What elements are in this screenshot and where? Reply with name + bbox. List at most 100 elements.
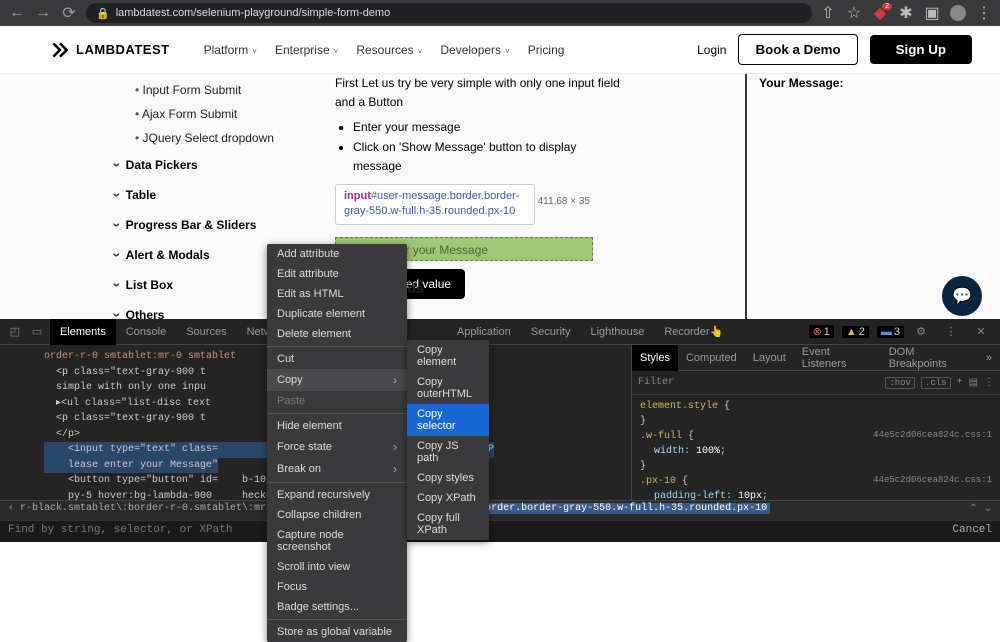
ctx-store-global[interactable]: Store as global variable xyxy=(267,622,407,642)
sidebar-item-ajax-form[interactable]: Ajax Form Submit xyxy=(135,102,290,126)
logo-icon xyxy=(50,40,70,60)
asterisk-icon[interactable]: ✱ xyxy=(898,5,914,21)
sidebar-heading-progress[interactable]: Progress Bar & Sliders xyxy=(115,210,290,240)
styles-tabs: Styles Computed Layout Event Listeners D… xyxy=(632,345,1000,371)
step-2: Click on 'Show Message' button to displa… xyxy=(353,138,620,176)
nav-developers[interactable]: Developers xyxy=(440,43,509,57)
hov-toggle[interactable]: :hov xyxy=(885,377,915,389)
ctx-duplicate[interactable]: Duplicate element xyxy=(267,304,407,324)
ctx-delete[interactable]: Delete element xyxy=(267,324,407,344)
share-icon[interactable]: ⇧ xyxy=(820,5,836,21)
breadcrumb-bar[interactable]: ‹ r-black.smtablet\:border-r-0.smtablet\… xyxy=(0,500,1000,520)
error-count[interactable]: ⊗1 xyxy=(809,325,834,338)
lock-icon: 🔒 xyxy=(96,7,110,20)
device-icon[interactable]: ▭ xyxy=(28,323,46,341)
ctx-add-attribute[interactable]: Add attribute xyxy=(267,244,407,264)
sub-copy-outerhtml[interactable]: Copy outerHTML xyxy=(407,372,489,404)
ctx-collapse[interactable]: Collapse children xyxy=(267,505,407,525)
sidebar-heading-others[interactable]: Others xyxy=(115,300,290,330)
ctx-focus[interactable]: Focus xyxy=(267,577,407,597)
ctx-edit-attribute[interactable]: Edit attribute xyxy=(267,264,407,284)
ctx-break-on[interactable]: Break on xyxy=(267,458,407,480)
sub-copy-xpath[interactable]: Copy XPath xyxy=(407,488,489,508)
styles-more-icon[interactable]: ⋮ xyxy=(984,377,994,389)
extensions-icon[interactable]: ▣ xyxy=(924,5,940,21)
url-bar[interactable]: 🔒 lambdatest.com/selenium-playground/sim… xyxy=(86,3,812,23)
bookmark-icon[interactable]: ☆ xyxy=(846,5,862,21)
more-icon[interactable]: ⋮ xyxy=(942,323,960,341)
chat-fab[interactable]: 💬 xyxy=(942,276,982,316)
ctx-scroll[interactable]: Scroll into view xyxy=(267,557,407,577)
tab-event-listeners[interactable]: Event Listeners xyxy=(794,346,881,370)
sidebar-item-input-form[interactable]: Input Form Submit xyxy=(135,78,290,102)
nav-links: Platform Enterprise Resources Developers… xyxy=(204,43,565,57)
book-demo-button[interactable]: Book a Demo xyxy=(738,34,857,65)
new-rule-icon[interactable]: + xyxy=(957,377,963,388)
css-rules[interactable]: element.style { } 44e5c2d06cea824c.css:1… xyxy=(632,395,1000,500)
filter-input[interactable]: Filter xyxy=(638,377,674,388)
ctx-hide[interactable]: Hide element xyxy=(267,416,407,436)
logo[interactable]: LAMBDATEST xyxy=(50,40,170,60)
sidebar-item-jquery-select[interactable]: JQuery Select dropdown xyxy=(135,126,290,150)
tab-elements[interactable]: Elements xyxy=(50,319,116,345)
elements-search-bar[interactable]: Find by string, selector, or XPath Cance… xyxy=(0,520,1000,542)
ctx-screenshot[interactable]: Capture node screenshot xyxy=(267,525,407,557)
cls-toggle[interactable]: .cls xyxy=(921,377,951,389)
step-1: Enter your message xyxy=(353,118,620,137)
sidebar-heading-alert[interactable]: Alert & Modals xyxy=(115,240,290,270)
inspect-icon[interactable]: ◰ xyxy=(6,323,24,341)
tab-security[interactable]: Security xyxy=(521,319,581,345)
browser-actions: ⇧ ☆ ◆2 ✱ ▣ ⋮ xyxy=(820,5,992,21)
info-count[interactable]: ▬3 xyxy=(877,326,904,338)
sub-copy-jspath[interactable]: Copy JS path xyxy=(407,436,489,468)
forward-button[interactable]: → xyxy=(34,4,52,22)
search-cancel[interactable]: Cancel xyxy=(952,524,992,539)
nav-platform[interactable]: Platform xyxy=(204,43,257,57)
sub-copy-selector[interactable]: Copy selector xyxy=(407,404,489,436)
ctx-copy[interactable]: Copy xyxy=(267,369,407,391)
settings-icon[interactable]: ⚙ xyxy=(912,323,930,341)
sidebar-heading-table[interactable]: Table xyxy=(115,180,290,210)
tab-recorder[interactable]: Recorder 👆 xyxy=(654,319,733,345)
tab-computed[interactable]: Computed xyxy=(678,352,745,364)
tab-dom-breakpoints[interactable]: DOM Breakpoints xyxy=(881,346,978,370)
profile-icon[interactable] xyxy=(950,5,966,21)
ctx-force-state[interactable]: Force state xyxy=(267,436,407,458)
warning-count[interactable]: ▲2 xyxy=(842,326,869,338)
styles-sidebar-icon[interactable]: ▤ xyxy=(969,377,978,389)
sidebar-heading-listbox[interactable]: List Box xyxy=(115,270,290,300)
copy-submenu: Copy element Copy outerHTML Copy selecto… xyxy=(407,340,489,540)
context-menu: Add attribute Edit attribute Edit as HTM… xyxy=(267,244,407,642)
tab-more[interactable]: » xyxy=(978,352,1000,364)
browser-chrome: ← → ⟳ 🔒 lambdatest.com/selenium-playgrou… xyxy=(0,0,1000,26)
nav-pricing[interactable]: Pricing xyxy=(528,43,565,57)
site-header: LAMBDATEST Platform Enterprise Resources… xyxy=(0,26,1000,74)
tab-lighthouse[interactable]: Lighthouse xyxy=(581,319,655,345)
nav-resources[interactable]: Resources xyxy=(356,43,422,57)
ctx-edit-html[interactable]: Edit as HTML xyxy=(267,284,407,304)
sub-copy-styles[interactable]: Copy styles xyxy=(407,468,489,488)
ctx-expand[interactable]: Expand recursively xyxy=(267,485,407,505)
login-link[interactable]: Login xyxy=(697,43,726,57)
tooltip-dimensions: 411.68 × 35 xyxy=(538,195,590,209)
tab-styles[interactable]: Styles xyxy=(632,345,678,371)
devtools: ◰ ▭ Elements Console Sources Network App… xyxy=(0,319,1000,542)
menu-icon[interactable]: ⋮ xyxy=(976,5,992,21)
nav-right: Login Book a Demo Sign Up xyxy=(697,34,972,65)
sidebar: Input Form Submit Ajax Form Submit JQuer… xyxy=(0,74,290,319)
sub-copy-element[interactable]: Copy element xyxy=(407,340,489,372)
close-icon[interactable]: ✕ xyxy=(972,323,990,341)
tab-layout[interactable]: Layout xyxy=(745,352,794,364)
sidebar-heading-data-pickers[interactable]: Data Pickers xyxy=(115,150,290,180)
ctx-cut[interactable]: Cut xyxy=(267,349,407,369)
extension-icon[interactable]: ◆2 xyxy=(872,5,888,21)
nav-enterprise[interactable]: Enterprise xyxy=(275,43,338,57)
intro-text: First Let us try be very simple with onl… xyxy=(335,74,620,112)
your-message-label: Your Message: xyxy=(759,76,1000,90)
sub-copy-fullxpath[interactable]: Copy full XPath xyxy=(407,508,489,540)
ctx-badge[interactable]: Badge settings... xyxy=(267,597,407,617)
signup-button[interactable]: Sign Up xyxy=(870,35,972,64)
reload-button[interactable]: ⟳ xyxy=(60,4,78,22)
back-button[interactable]: ← xyxy=(8,4,26,22)
ctx-paste: Paste xyxy=(267,391,407,411)
